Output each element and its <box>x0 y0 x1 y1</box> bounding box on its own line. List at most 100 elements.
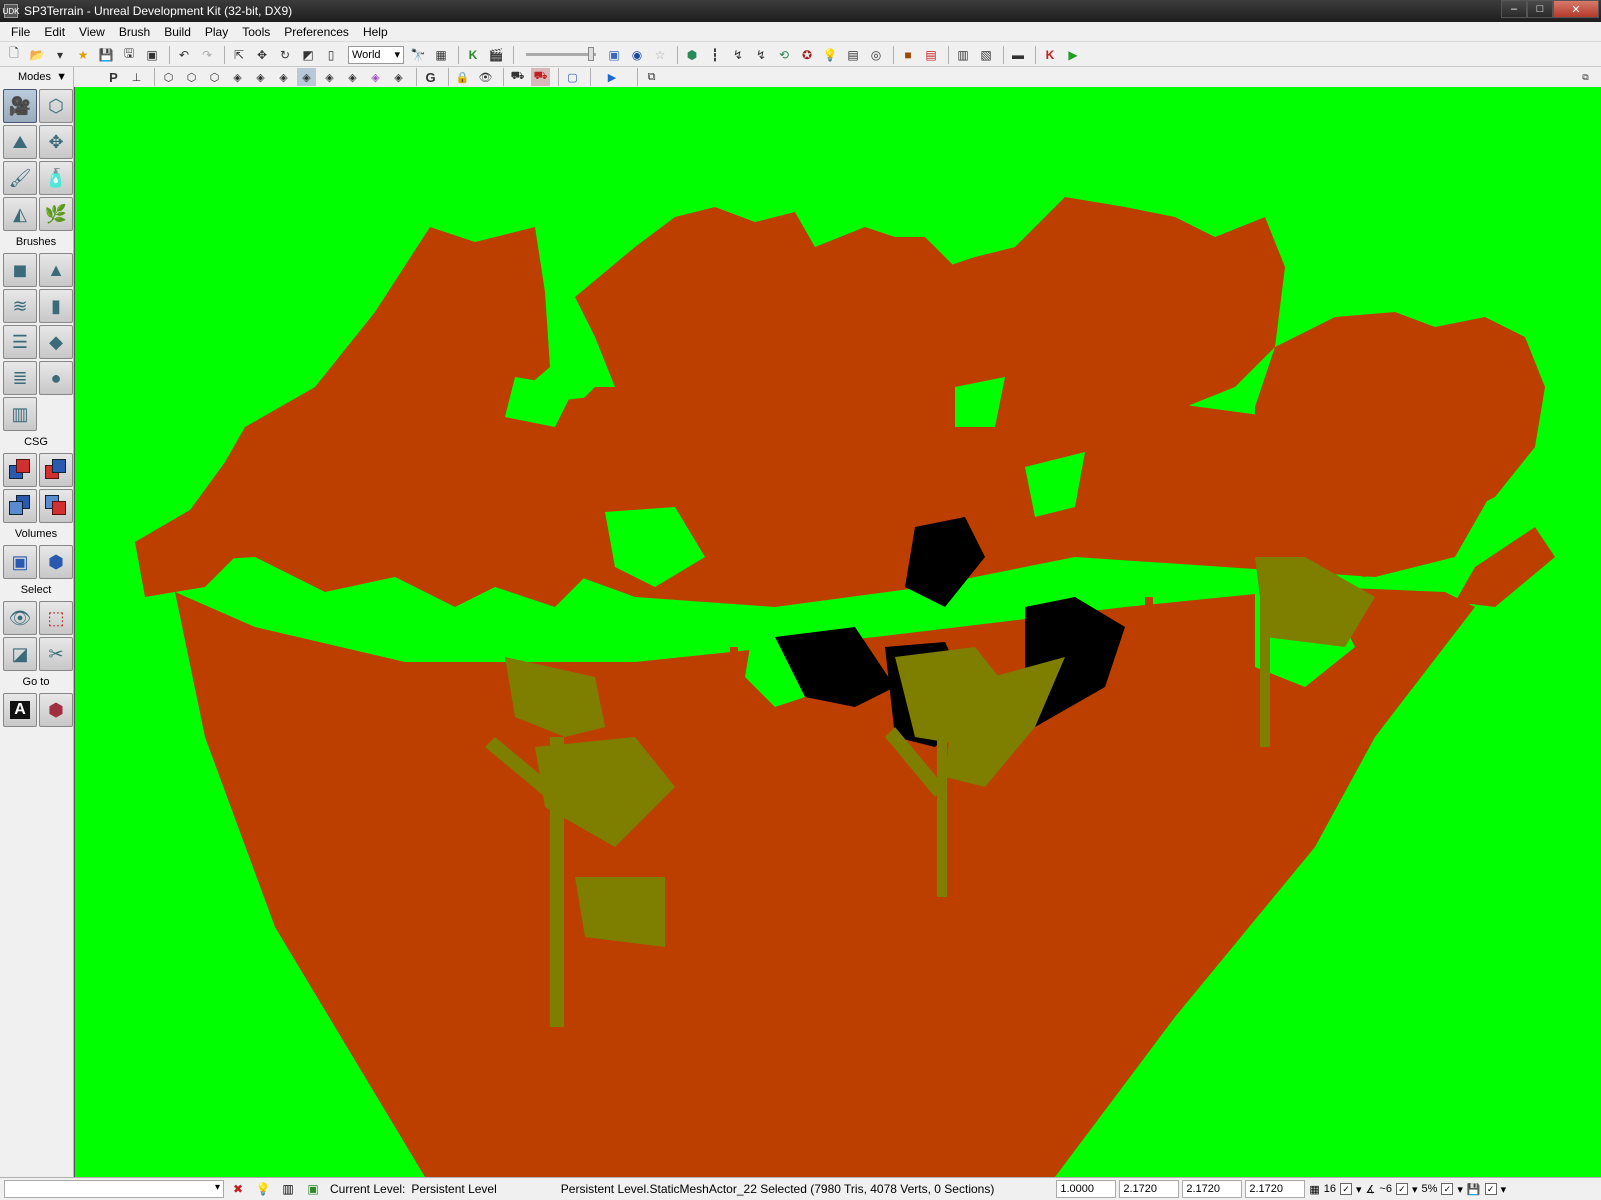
menu-view[interactable]: View <box>72 22 112 42</box>
geometry-mode-button[interactable]: ⬡ <box>39 89 73 123</box>
camera-mode-button[interactable]: 🎥 <box>3 89 37 123</box>
select-mode-icon[interactable]: ⇱ <box>229 45 249 65</box>
drag-grid-field[interactable]: 1.0000 <box>1056 1180 1117 1198</box>
level-browser-status-icon[interactable]: ▣ <box>302 1180 324 1198</box>
modes-dropdown-icon[interactable]: ▼ <box>56 71 67 83</box>
scale-mode-icon[interactable]: ◩ <box>298 45 318 65</box>
autosave-dropdown-icon[interactable]: ▾ <box>1501 1183 1507 1196</box>
open-dropdown-icon[interactable]: ▾ <box>50 45 70 65</box>
viewport-restore-icon[interactable]: ⧉ <box>1576 68 1595 86</box>
matinee-icon[interactable]: 🎬 <box>486 45 506 65</box>
curved-stair-brush-button[interactable]: ≋ <box>3 289 37 323</box>
viewport-options-icon[interactable]: ⧉ <box>642 68 661 86</box>
add-volume-button[interactable]: ▣ <box>3 545 37 579</box>
menu-tools[interactable]: Tools <box>235 22 277 42</box>
menu-play[interactable]: Play <box>198 22 235 42</box>
game-view-button[interactable]: G <box>421 68 440 86</box>
lock-icon[interactable]: 🔒 <box>453 68 472 86</box>
command-input[interactable] <box>4 1180 224 1198</box>
menu-brush[interactable]: Brush <box>112 22 157 42</box>
lighting-only-icon[interactable]: ◈ <box>274 68 293 86</box>
show-flags-icon[interactable]: 👁 <box>476 68 495 86</box>
rotation-snap-checkbox[interactable]: ✓ <box>1395 1183 1408 1195</box>
csg-deintersect-button[interactable] <box>39 489 73 523</box>
csg-subtract-button[interactable] <box>39 453 73 487</box>
non-uniform-scale-icon[interactable]: ▯ <box>321 45 341 65</box>
shader-complexity-icon[interactable]: ◈ <box>343 68 362 86</box>
rotation-snap[interactable]: ~6 <box>1379 1183 1392 1195</box>
cone-brush-button[interactable]: ▲ <box>39 253 73 287</box>
lit-lightmap-density-icon[interactable]: ◈ <box>389 68 408 86</box>
build-lighting-opts-icon[interactable]: ↯ <box>751 45 771 65</box>
scale-dropdown-icon[interactable]: ▾ <box>1457 1183 1463 1196</box>
maximize-viewport-icon[interactable]: ▢ <box>563 68 582 86</box>
scale-x-field[interactable]: 2.1720 <box>1119 1180 1180 1198</box>
build-geometry-icon[interactable]: ⬢ <box>682 45 702 65</box>
show-all-button[interactable]: ✂ <box>39 637 73 671</box>
detail-lighting-icon[interactable]: ◈ <box>251 68 270 86</box>
hide-selected-button[interactable]: ⬚ <box>39 601 73 635</box>
perspective-viewport[interactable] <box>74 87 1601 1177</box>
build-lighting-icon[interactable]: ↯ <box>728 45 748 65</box>
wireframe-icon[interactable]: ⬡ <box>182 68 201 86</box>
scene-manager-icon[interactable]: ▧ <box>976 45 996 65</box>
realtime-icon[interactable]: ⛟ <box>531 68 550 86</box>
favorites-star-icon[interactable]: ★ <box>73 45 93 65</box>
csg-intersect-button[interactable] <box>3 489 37 523</box>
texture-density-icon[interactable]: ◈ <box>320 68 339 86</box>
scale-snap-checkbox[interactable]: ✓ <box>1441 1183 1454 1195</box>
scale-z-field[interactable]: 2.1720 <box>1245 1180 1306 1198</box>
build-paths-icon[interactable]: ⟲ <box>774 45 794 65</box>
swarm-icon[interactable]: ◎ <box>866 45 886 65</box>
menu-preferences[interactable]: Preferences <box>277 22 356 42</box>
world-props-icon[interactable]: ◉ <box>627 45 647 65</box>
play-on-pc-icon[interactable]: K <box>1040 45 1060 65</box>
current-level-value[interactable]: Persistent Level <box>411 1182 496 1196</box>
save-icon[interactable]: 💾 <box>96 45 116 65</box>
lod-slider-thumb[interactable] <box>588 47 594 61</box>
show-selected-button[interactable]: 👁 <box>3 601 37 635</box>
map-check-icon[interactable]: ▤ <box>921 45 941 65</box>
build-visible-icon[interactable]: ┇ <box>705 45 725 65</box>
unlit-icon[interactable]: ⬡ <box>205 68 224 86</box>
csg-add-button[interactable] <box>3 453 37 487</box>
select-invert-button[interactable]: ◪ <box>3 637 37 671</box>
rotate-mode-icon[interactable]: ↻ <box>275 45 295 65</box>
menu-file[interactable]: File <box>4 22 37 42</box>
goto-brush-button[interactable]: ⬢ <box>39 693 73 727</box>
scale-y-field[interactable]: 2.1720 <box>1182 1180 1243 1198</box>
lod-slider[interactable] <box>526 47 596 61</box>
texture-stats-icon[interactable]: ■ <box>898 45 918 65</box>
volume-class-button[interactable]: ⬢ <box>39 545 73 579</box>
mesh-paint-mode-button[interactable]: 🧴 <box>39 161 73 195</box>
camera-speed-icon[interactable]: ⛟ <box>508 68 527 86</box>
menu-help[interactable]: Help <box>356 22 395 42</box>
sphere-brush-button[interactable]: ● <box>39 361 73 395</box>
spiral-stair-brush-button[interactable]: ≣ <box>3 361 37 395</box>
perspective-button[interactable]: P <box>104 68 123 86</box>
pivot-mode-button[interactable]: ✥ <box>39 125 73 159</box>
open-file-icon[interactable]: 📂 <box>27 45 47 65</box>
sheet-brush-button[interactable]: ◆ <box>39 325 73 359</box>
brush-wireframe-icon[interactable]: ⬡ <box>159 68 178 86</box>
grid-size[interactable]: 16 <box>1324 1183 1336 1195</box>
lightmap-density-icon[interactable]: ◈ <box>366 68 385 86</box>
lightbulb-icon[interactable]: 💡 <box>252 1180 274 1198</box>
rotation-dropdown-icon[interactable]: ▾ <box>1412 1183 1418 1196</box>
minimize-button[interactable]: – <box>1501 0 1527 18</box>
grid-snap-checkbox[interactable]: ✓ <box>1339 1183 1352 1195</box>
redo-icon[interactable]: ↷ <box>197 45 217 65</box>
play-in-editor-icon[interactable]: ▶ <box>1063 45 1083 65</box>
light-complexity-icon[interactable]: ◈ <box>297 68 316 86</box>
goto-actor-button[interactable]: A <box>3 693 37 727</box>
save-as-icon[interactable]: 🖫 <box>119 45 139 65</box>
level-browser-icon[interactable]: ▥ <box>953 45 973 65</box>
viewport-type-icon[interactable]: ⊥ <box>127 68 146 86</box>
build-cover-icon[interactable]: ✪ <box>797 45 817 65</box>
landscape-mode-button[interactable]: ◭ <box>3 197 37 231</box>
content-browser-icon[interactable]: ▦ <box>431 45 451 65</box>
maximize-button[interactable]: □ <box>1527 0 1553 18</box>
generic-browser-icon[interactable]: ▣ <box>604 45 624 65</box>
grid-dropdown-icon[interactable]: ▾ <box>1356 1183 1362 1196</box>
cube-brush-button[interactable]: ◼ <box>3 253 37 287</box>
